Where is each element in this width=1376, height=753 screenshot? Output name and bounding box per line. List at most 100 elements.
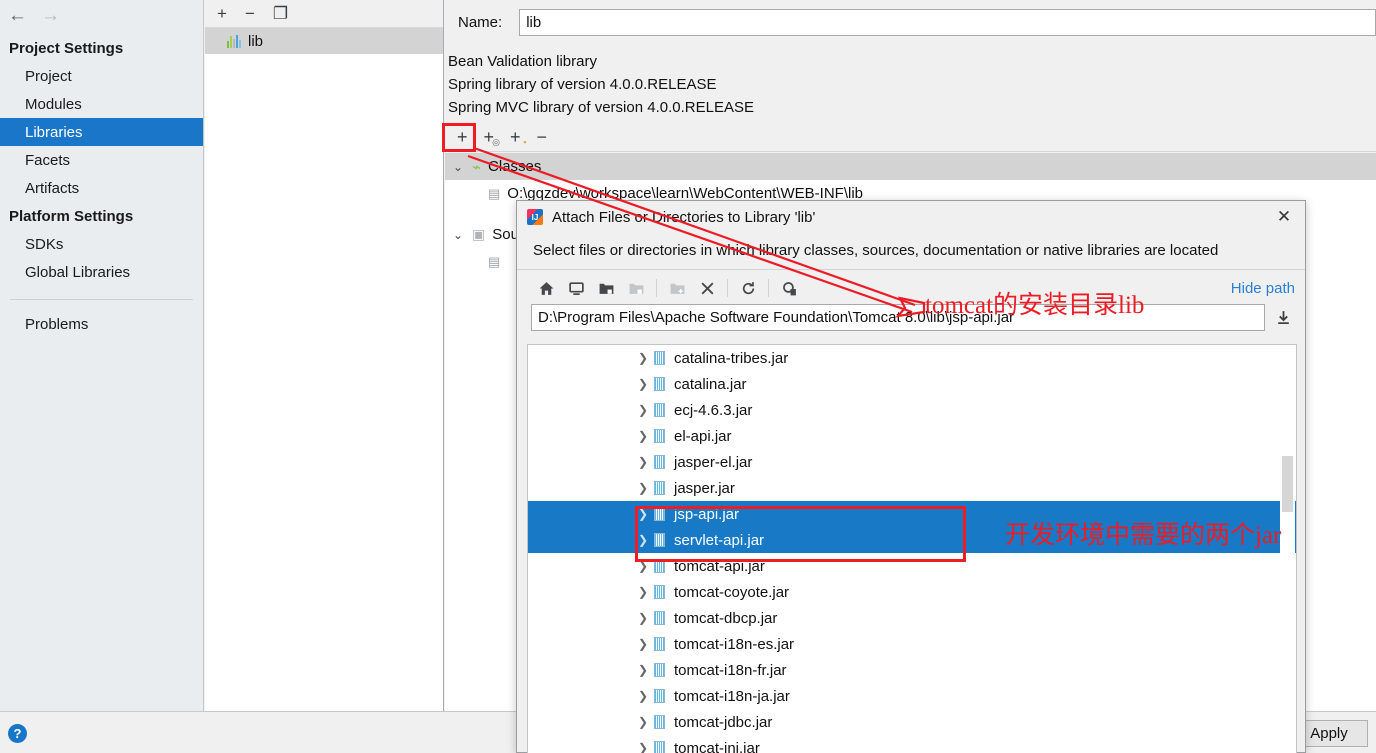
path-row	[517, 304, 1305, 331]
copy-library-button[interactable]: ❐	[273, 5, 288, 22]
add-classes-button[interactable]: +	[457, 128, 468, 146]
jar-file-icon	[654, 403, 665, 417]
sidebar-item-artifacts[interactable]: Artifacts	[0, 174, 203, 202]
file-list-item[interactable]: ❯ catalina-tribes.jar	[528, 345, 1296, 371]
chevron-right-icon[interactable]: ❯	[638, 429, 654, 443]
back-arrow-icon[interactable]: ←	[8, 6, 27, 25]
chevron-right-icon[interactable]: ❯	[638, 741, 654, 753]
file-list-item[interactable]: ❯ jsp-api.jar	[528, 501, 1296, 527]
jar-file-icon	[654, 663, 665, 677]
file-list-item[interactable]: ❯ servlet-api.jar	[528, 527, 1296, 553]
tree-row-label: Classes	[488, 158, 542, 175]
dialog-title: Attach Files or Directories to Library '…	[552, 208, 816, 226]
file-list-item[interactable]: ❯ el-api.jar	[528, 423, 1296, 449]
sidebar-item-modules[interactable]: Modules	[0, 90, 203, 118]
chevron-right-icon[interactable]: ❯	[638, 559, 654, 573]
file-list-item[interactable]: ❯ tomcat-dbcp.jar	[528, 605, 1296, 631]
jar-file-icon	[654, 507, 665, 521]
add-library-button[interactable]: +	[217, 5, 227, 22]
description-line: Spring library of version 4.0.0.RELEASE	[448, 76, 717, 93]
jar-file-icon	[654, 689, 665, 703]
file-list-item-label: tomcat-api.jar	[674, 557, 765, 575]
refresh-icon[interactable]	[733, 275, 763, 301]
home-icon[interactable]	[531, 275, 561, 301]
scrollbar-thumb[interactable]	[1282, 456, 1293, 512]
file-list-item[interactable]: ❯ tomcat-jni.jar	[528, 735, 1296, 753]
library-list-item-label: lib	[248, 32, 264, 50]
folder-jar-icon: ▤	[488, 185, 501, 201]
file-list-item[interactable]: ❯ jasper-el.jar	[528, 449, 1296, 475]
chevron-down-icon[interactable]: ⌄	[453, 228, 465, 242]
file-list-item-label: catalina.jar	[674, 375, 747, 393]
chevron-down-icon[interactable]: ⌄	[453, 160, 465, 174]
file-list-item[interactable]: ❯ tomcat-i18n-fr.jar	[528, 657, 1296, 683]
chevron-right-icon[interactable]: ❯	[638, 481, 654, 495]
jar-file-icon	[654, 585, 665, 599]
sidebar-item-facets[interactable]: Facets	[0, 146, 203, 174]
chevron-right-icon[interactable]: ❯	[638, 611, 654, 625]
chevron-right-icon[interactable]: ❯	[638, 715, 654, 729]
file-list-item[interactable]: ❯ tomcat-i18n-es.jar	[528, 631, 1296, 657]
file-list-item-label: tomcat-jdbc.jar	[674, 713, 773, 731]
jar-file-icon	[654, 455, 665, 469]
add-folder-button[interactable]: + ▪	[510, 126, 527, 147]
sidebar-item-sdks[interactable]: SDKs	[0, 230, 203, 258]
chevron-right-icon[interactable]: ❯	[638, 637, 654, 651]
jar-file-icon	[654, 351, 665, 365]
help-button[interactable]: ?	[8, 724, 27, 743]
add-sources-button[interactable]: + ◎	[484, 128, 501, 147]
file-list-item[interactable]: ❯ catalina.jar	[528, 371, 1296, 397]
file-list-item[interactable]: ❯ tomcat-api.jar	[528, 553, 1296, 579]
file-list-item[interactable]: ❯ tomcat-i18n-ja.jar	[528, 683, 1296, 709]
chevron-right-icon[interactable]: ❯	[638, 689, 654, 703]
chevron-right-icon[interactable]: ❯	[638, 507, 654, 521]
chevron-right-icon[interactable]: ❯	[638, 377, 654, 391]
chevron-right-icon[interactable]: ❯	[638, 663, 654, 677]
show-hidden-icon[interactable]	[774, 275, 804, 301]
file-browser-list[interactable]: ❯ catalina-tribes.jar ❯ catalina.jar ❯ ecj-4.…	[527, 344, 1297, 753]
file-list-item[interactable]: ❯ jasper.jar	[528, 475, 1296, 501]
library-list-item-lib[interactable]: lib	[205, 28, 443, 54]
file-list-item[interactable]: ❯ tomcat-jdbc.jar	[528, 709, 1296, 735]
expand-history-icon[interactable]	[1273, 309, 1293, 326]
desktop-icon[interactable]	[561, 275, 591, 301]
classes-hammer-icon: ⌁	[472, 158, 482, 176]
file-list-scrollbar[interactable]	[1280, 346, 1295, 753]
chevron-right-icon[interactable]: ❯	[638, 455, 654, 469]
library-list-toolbar: + − ❐	[205, 0, 443, 28]
plus-glyph: +	[510, 126, 521, 147]
jar-file-icon	[654, 377, 665, 391]
file-list-item-label: tomcat-i18n-es.jar	[674, 635, 795, 653]
remove-entry-button[interactable]: −	[537, 128, 548, 146]
sidebar-divider	[10, 299, 193, 300]
path-input[interactable]	[531, 304, 1265, 331]
sidebar-item-global-libraries[interactable]: Global Libraries	[0, 258, 203, 286]
close-icon[interactable]: ✕	[1271, 205, 1297, 229]
delete-icon[interactable]	[692, 275, 722, 301]
sidebar-item-project[interactable]: Project	[0, 62, 203, 90]
file-list-item-label: ecj-4.6.3.jar	[674, 401, 753, 419]
platform-settings-heading: Platform Settings	[9, 207, 134, 225]
tree-row[interactable]: ⌄ ⌁ Classes	[445, 153, 1376, 180]
chevron-right-icon[interactable]: ❯	[638, 351, 654, 365]
attach-files-dialog: Attach Files or Directories to Library '…	[516, 200, 1306, 753]
file-list-item[interactable]: ❯ tomcat-coyote.jar	[528, 579, 1296, 605]
hide-path-link[interactable]: Hide path	[1231, 280, 1295, 297]
file-list-item[interactable]: ❯ ecj-4.6.3.jar	[528, 397, 1296, 423]
file-list-item-label: tomcat-dbcp.jar	[674, 609, 778, 627]
dialog-title-bar: Attach Files or Directories to Library '…	[517, 201, 1305, 233]
chevron-right-icon[interactable]: ❯	[638, 585, 654, 599]
folder-disabled-icon	[621, 275, 651, 301]
folder-icon[interactable]	[591, 275, 621, 301]
file-list-item-label: catalina-tribes.jar	[674, 349, 789, 367]
chevron-right-icon[interactable]: ❯	[638, 403, 654, 417]
library-name-input[interactable]	[519, 8, 1376, 36]
chevron-right-icon[interactable]: ❯	[638, 533, 654, 547]
toolbar-divider	[768, 279, 769, 297]
sidebar-item-libraries[interactable]: Libraries	[0, 118, 203, 146]
file-list-item-label: tomcat-coyote.jar	[674, 583, 790, 601]
sidebar-item-problems[interactable]: Problems	[0, 310, 203, 338]
remove-library-button[interactable]: −	[245, 5, 255, 22]
description-line: Spring MVC library of version 4.0.0.RELE…	[448, 99, 754, 116]
forward-arrow-icon[interactable]: →	[41, 6, 60, 25]
